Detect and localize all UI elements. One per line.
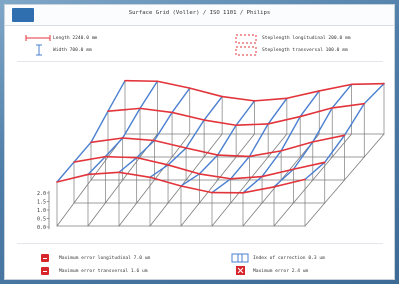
measurement-window: Surface Grid (Voller) / ISO 1101 / Phili…	[4, 4, 395, 280]
base-grid-line	[344, 156, 365, 181]
base-grid-line	[363, 133, 385, 158]
correction-icon	[231, 253, 249, 263]
surface-transversal-line	[198, 154, 219, 175]
surface-longitudinal-line	[156, 80, 191, 89]
axis-tick-label: 0.0	[37, 225, 46, 231]
surface-longitudinal-line	[185, 147, 219, 156]
surface-longitudinal-line	[153, 139, 187, 149]
axis-tick-label: 0.5	[37, 216, 46, 222]
surface-longitudinal-line	[171, 111, 205, 121]
legend-index-of-correction-label: Index of correction 0.3 um	[253, 256, 325, 261]
base-grid-line	[324, 179, 345, 204]
surface-longitudinal-line	[180, 185, 213, 194]
base-grid-line	[312, 156, 333, 181]
surface-longitudinal-line	[248, 150, 282, 158]
surface-longitudinal-line	[124, 79, 159, 83]
base-grid-line	[149, 202, 169, 227]
surface-longitudinal-line	[87, 171, 120, 176]
base-grid-line	[211, 202, 232, 227]
legend-max-error-label: Maximum error 2.4 um	[253, 269, 309, 274]
surface-transversal-line	[235, 100, 256, 126]
surface-longitudinal-line	[253, 97, 288, 102]
surface-transversal-line	[211, 178, 232, 194]
surface-transversal-line	[149, 164, 169, 178]
surface-longitudinal-line	[242, 186, 275, 194]
base-grid-line	[73, 179, 92, 204]
max-error-icon	[236, 266, 245, 275]
bottom-divider	[17, 243, 383, 244]
surface-longitudinal-line	[118, 171, 151, 179]
surface-transversal-line	[135, 139, 156, 159]
base-grid-line	[136, 179, 155, 204]
surface-longitudinal-line	[188, 87, 223, 98]
surface-longitudinal-line	[203, 119, 237, 127]
surface-transversal-line	[203, 95, 223, 121]
surface-longitudinal-line	[229, 175, 263, 180]
legend-max-error-longitudinal-label: Maximum error longitudinal 7.0 um	[59, 256, 151, 261]
base-grid-line	[118, 202, 138, 227]
axis-tick-label: 1.5	[37, 199, 46, 205]
surface-transversal-line	[90, 110, 109, 144]
axis-tick-label: 2.0	[37, 191, 46, 197]
axis-tick-label: 1.0	[37, 208, 46, 214]
base-grid-line	[304, 202, 326, 227]
surface-longitudinal-line	[107, 107, 141, 112]
surface-longitudinal-line	[135, 156, 169, 166]
base-grid-line	[180, 202, 200, 227]
surface-longitudinal-line	[198, 173, 232, 180]
surface-longitudinal-line	[90, 137, 124, 144]
base-grid-line	[122, 156, 141, 181]
surface-transversal-line	[363, 82, 385, 105]
error-longitudinal-icon	[41, 254, 49, 262]
base-grid-line	[56, 202, 75, 227]
surface-longitudinal-line	[104, 155, 138, 159]
surface-longitudinal-line	[149, 176, 182, 187]
surface-transversal-line	[217, 124, 237, 156]
base-grid-line	[104, 179, 124, 204]
base-grid-line	[242, 202, 263, 227]
error-transversal-icon	[41, 267, 49, 275]
surface-longitudinal-line	[221, 95, 256, 102]
base-grid-line	[273, 202, 294, 227]
surface-grid-plot: 2.0 1.5 1.0 0.5 0.0	[37, 79, 385, 231]
surface-transversal-line	[343, 102, 365, 137]
surface-transversal-line	[171, 87, 191, 114]
surface-transversal-line	[248, 123, 269, 158]
base-grid-line	[87, 202, 106, 227]
base-grid-line	[293, 179, 314, 204]
surface-longitudinal-line	[235, 123, 269, 127]
surface-longitudinal-line	[350, 82, 385, 86]
surface-longitudinal-line	[139, 107, 173, 114]
surface-longitudinal-line	[121, 137, 156, 142]
surface-longitudinal-line	[216, 154, 251, 158]
surface-transversal-line	[107, 79, 126, 112]
surface-longitudinal-line	[331, 102, 366, 109]
legend-max-error-transversal-label: Maximum error transversal 1.6 um	[59, 269, 148, 274]
surface-transversal-line	[139, 80, 159, 110]
